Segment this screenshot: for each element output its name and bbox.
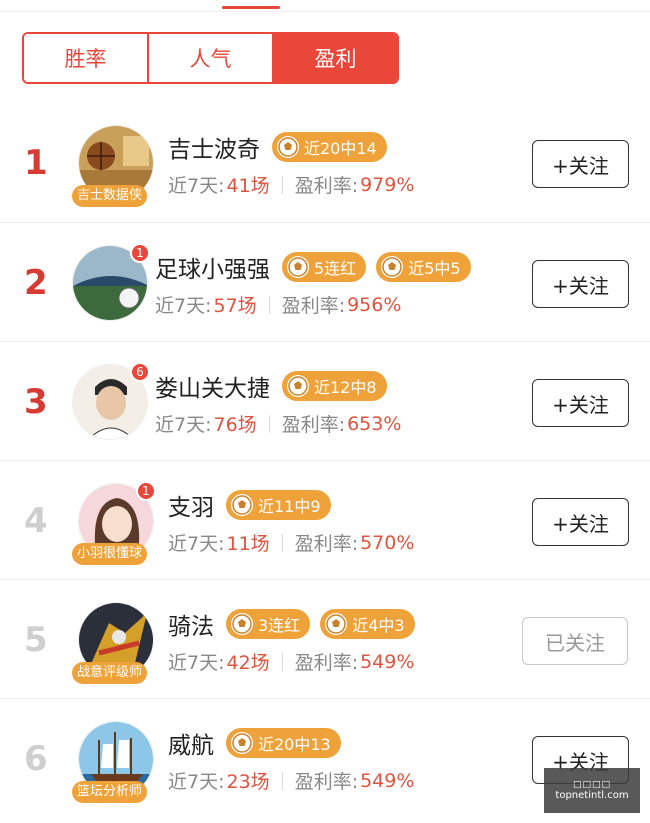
profit-rate: 549%: [360, 769, 415, 792]
record-badge: 近20中14: [272, 132, 387, 162]
tab-indicator: [222, 6, 280, 9]
recent-count: 42场: [226, 652, 270, 674]
recent-count: 11场: [226, 533, 270, 555]
notification-badge: 1: [130, 243, 150, 263]
expert-tag: 小羽很懂球: [72, 543, 148, 565]
streak-badge: 5连红: [282, 252, 367, 282]
rank-number: 1: [24, 143, 48, 183]
football-icon: [325, 613, 348, 635]
football-icon: [381, 256, 404, 278]
list-item[interactable]: 4 1 小羽很懂球 支羽 近11中9 近7天: 11场 盈利率: 570% +关…: [0, 460, 650, 579]
rank-number: 3: [24, 382, 48, 422]
football-icon: [231, 494, 253, 516]
divider: [268, 414, 270, 433]
expert-name: 足球小强强: [155, 257, 270, 283]
stats-line: 近7天: 57场 盈利率: 956%: [155, 291, 401, 318]
expert-name: 娄山关大捷: [155, 376, 270, 402]
football-icon: [287, 256, 309, 278]
ranking-tabs: 胜率 人气 盈利: [22, 32, 399, 84]
profit-rate: 956%: [347, 293, 402, 316]
avatar[interactable]: 战意评级师: [72, 602, 154, 684]
expert-name: 支羽: [168, 495, 214, 521]
divider: [281, 533, 283, 552]
stats-line: 近7天: 42场 盈利率: 549%: [168, 648, 414, 675]
avatar[interactable]: 篮坛分析师: [72, 721, 154, 803]
profit-rate: 979%: [360, 173, 415, 196]
tab-profit[interactable]: 盈利: [274, 34, 397, 82]
follow-button[interactable]: +关注: [532, 260, 629, 308]
watermark: □□□□ topnetintl.com: [544, 768, 640, 813]
follow-button[interactable]: +关注: [532, 140, 629, 188]
record-badge: 近5中5: [376, 252, 471, 282]
follow-button[interactable]: +关注: [532, 498, 629, 546]
record-badge: 近4中3: [320, 609, 415, 639]
record-badge: 近11中9: [226, 490, 331, 520]
profit-rate: 549%: [360, 650, 415, 673]
recent-count: 41场: [226, 175, 270, 197]
list-item[interactable]: 5 战意评级师 骑法 3连红 近4中3 近7天: 42场 盈利率: 549% 已…: [0, 579, 650, 698]
profit-rate: 570%: [360, 531, 415, 554]
rank-number: 5: [24, 620, 48, 660]
expert-name: 骑法: [168, 614, 214, 640]
avatar[interactable]: 1 小羽很懂球: [72, 481, 156, 565]
record-badge: 近20中13: [226, 728, 341, 758]
divider: [268, 295, 270, 314]
notification-badge: 1: [136, 481, 156, 501]
expert-list: 1 吉士数据侠 吉士波奇 近20中14 近7天: 41场 盈利率: 979% +…: [0, 103, 650, 817]
avatar[interactable]: 吉士数据侠: [72, 125, 154, 207]
followed-button[interactable]: 已关注: [522, 617, 628, 665]
top-bar: [0, 0, 650, 12]
expert-name: 威航: [168, 733, 214, 759]
rank-number: 4: [24, 501, 48, 541]
profit-rate: 653%: [347, 412, 402, 435]
tab-popularity[interactable]: 人气: [149, 34, 274, 82]
expert-tag: 吉士数据侠: [72, 185, 148, 207]
rank-number: 6: [24, 739, 48, 779]
expert-tag: 战意评级师: [72, 662, 148, 684]
list-item[interactable]: 2 1 足球小强强 5连红 近5中5 近7天: 57场 盈利率: 956% +关…: [0, 222, 650, 341]
stats-line: 近7天: 41场 盈利率: 979%: [168, 171, 414, 198]
tab-win-rate[interactable]: 胜率: [24, 34, 149, 82]
divider: [281, 652, 283, 671]
expert-tag: 篮坛分析师: [72, 781, 148, 803]
list-item[interactable]: 3 6 娄山关大捷 近12中8 近7天: 76场 盈利率: 653% +关注: [0, 341, 650, 460]
recent-count: 57场: [213, 295, 257, 317]
stats-line: 近7天: 11场 盈利率: 570%: [168, 529, 414, 556]
divider: [281, 771, 283, 790]
expert-name: 吉士波奇: [168, 137, 260, 163]
football-icon: [277, 136, 299, 158]
recent-count: 76场: [213, 414, 257, 436]
follow-button[interactable]: +关注: [532, 379, 629, 427]
avatar[interactable]: 1: [72, 243, 150, 321]
streak-badge: 3连红: [226, 609, 311, 639]
avatar[interactable]: 6: [72, 362, 150, 440]
divider: [281, 175, 283, 194]
football-icon: [231, 732, 253, 754]
record-badge: 近12中8: [282, 371, 387, 401]
stats-line: 近7天: 23场 盈利率: 549%: [168, 767, 414, 794]
list-item[interactable]: 1 吉士数据侠 吉士波奇 近20中14 近7天: 41场 盈利率: 979% +…: [0, 103, 650, 222]
football-icon: [231, 613, 253, 635]
stats-line: 近7天: 76场 盈利率: 653%: [155, 410, 401, 437]
rank-number: 2: [24, 263, 48, 303]
recent-count: 23场: [226, 771, 270, 793]
football-icon: [287, 375, 309, 397]
notification-badge: 6: [130, 362, 150, 382]
